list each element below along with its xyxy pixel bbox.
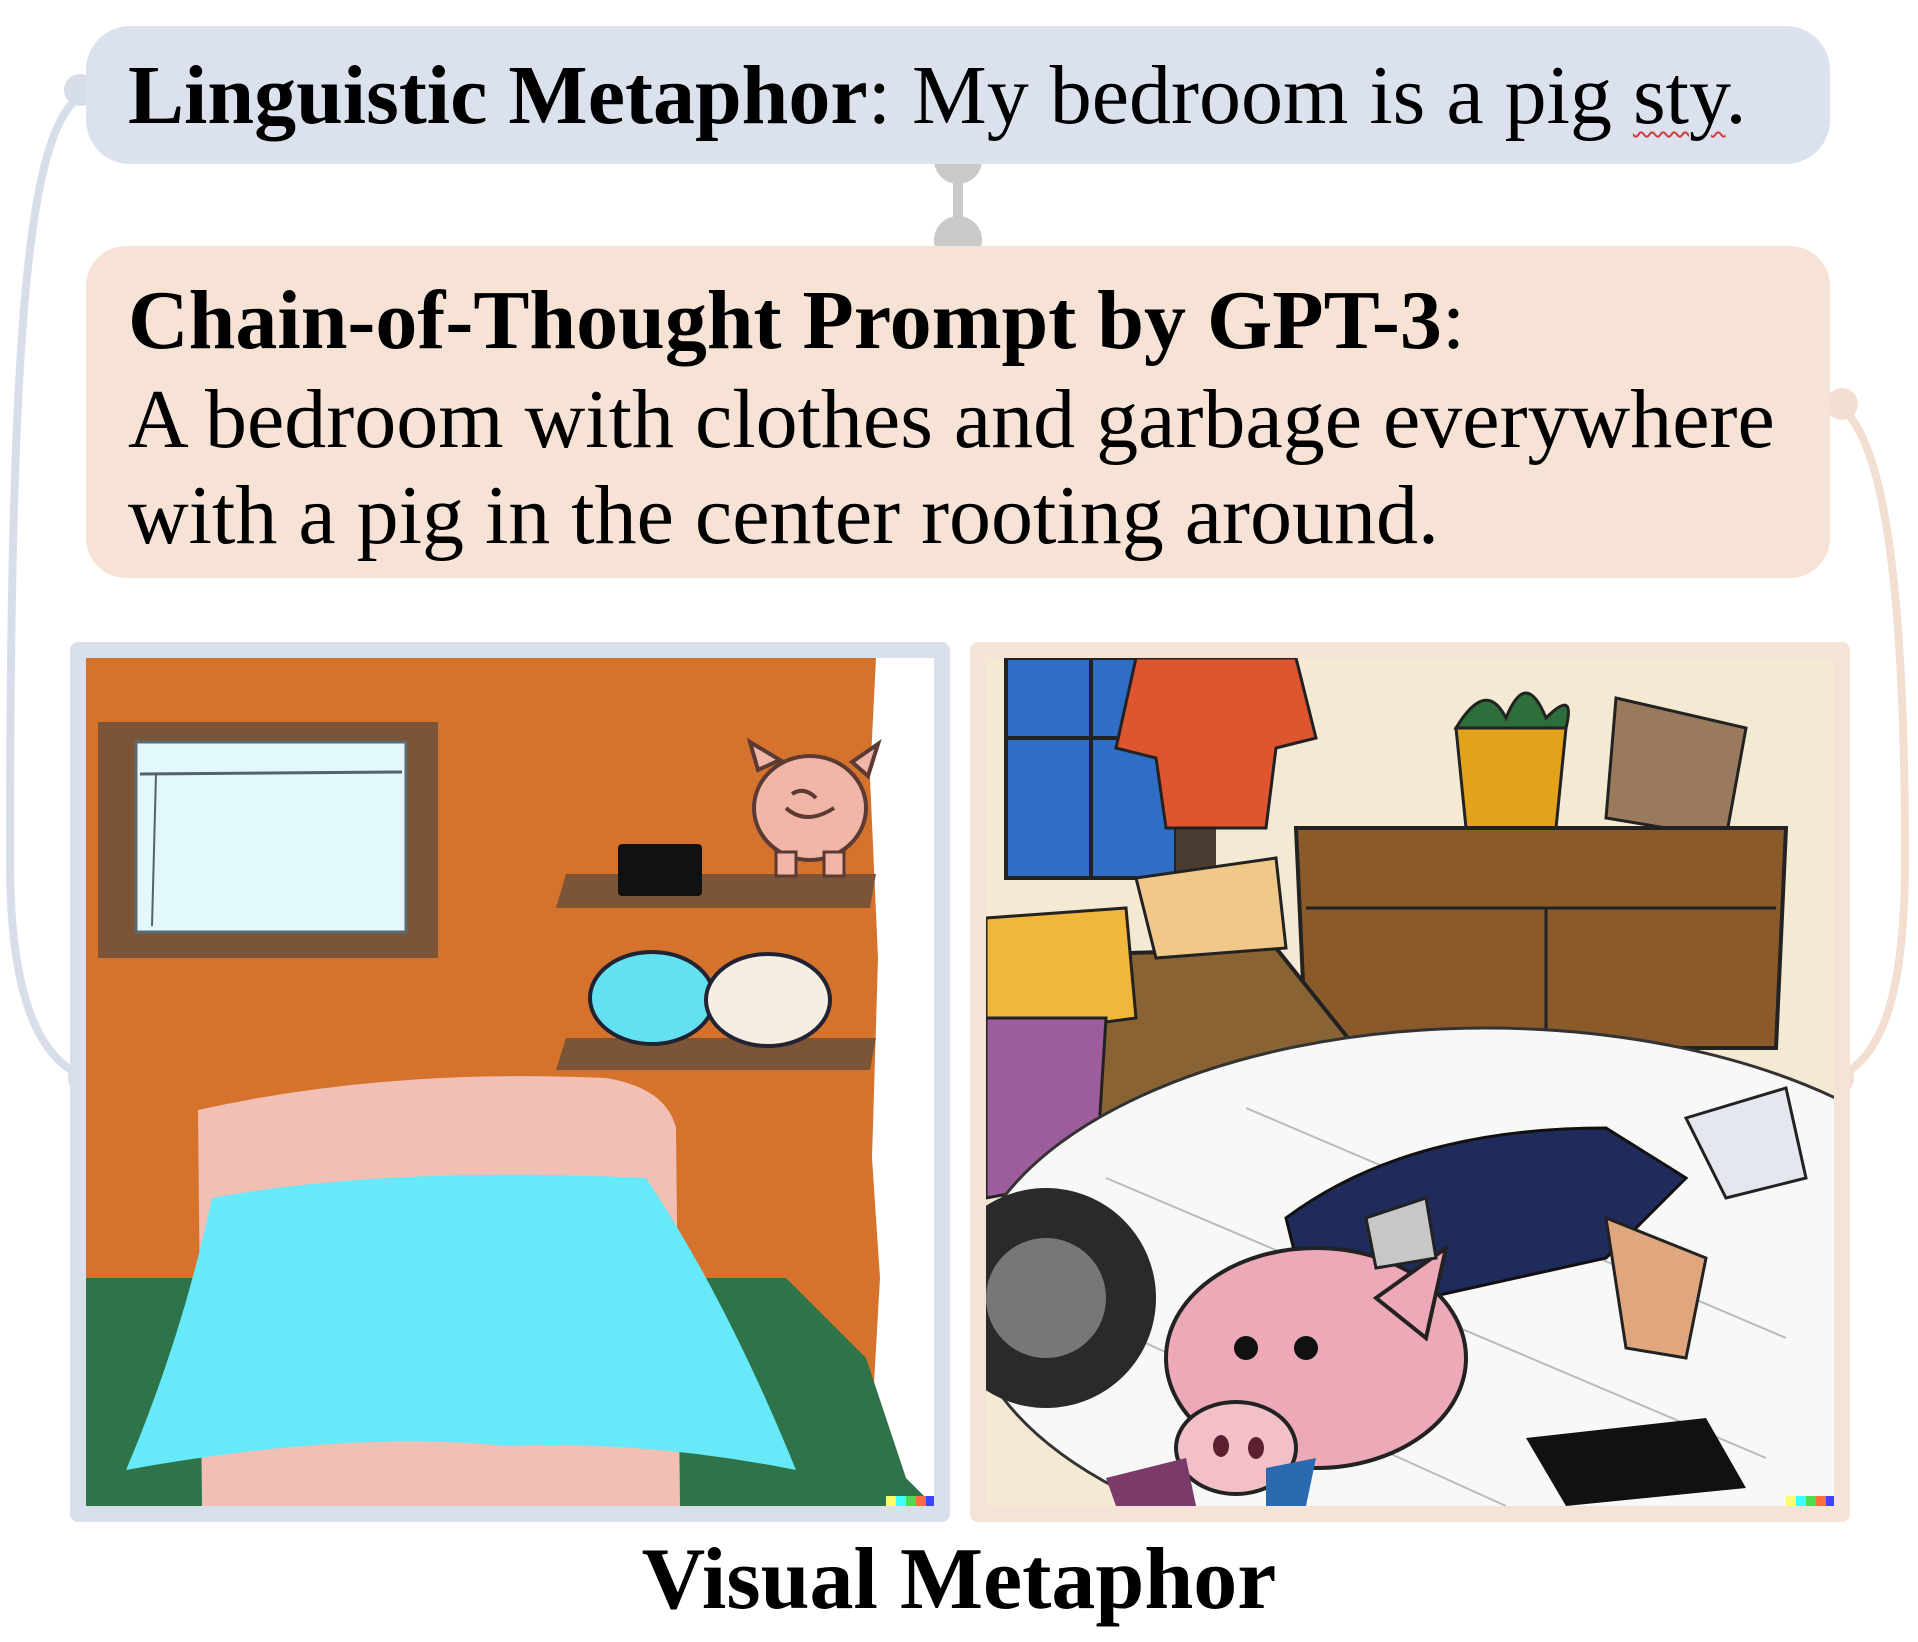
upper-shelf	[556, 874, 876, 908]
left-generated-image	[70, 642, 950, 1522]
black-box	[618, 844, 702, 896]
right-generated-image	[970, 642, 1850, 1522]
linguistic-metaphor-sentence: My bedroom is a pig	[891, 49, 1633, 142]
visual-metaphor-caption: Visual Metaphor	[641, 1531, 1277, 1628]
right-link-top-node	[1826, 388, 1858, 420]
dresser	[1293, 826, 1789, 1050]
spellcheck-flagged-word: sty	[1632, 49, 1726, 142]
prompt-line-1: A bedroom with clothes and garbage every…	[128, 373, 1775, 466]
prompt-line-2: with a pig in the center rooting around.	[128, 469, 1439, 562]
cartoon-bedroom-illustration	[86, 658, 934, 1506]
cyan-pillow	[588, 950, 716, 1046]
window-glass	[134, 740, 408, 934]
prompt-separator: :	[1441, 274, 1466, 367]
potted-plant	[1454, 726, 1568, 830]
messy-bedroom-illustration	[986, 658, 1834, 1506]
lower-shelf	[556, 1038, 876, 1070]
prompt-label: Chain-of-Thought Prompt by GPT-3	[128, 274, 1442, 367]
cream-pillow	[704, 952, 832, 1048]
linguistic-metaphor-separator: :	[867, 49, 892, 142]
linguistic-metaphor-label: Linguistic Metaphor	[128, 49, 868, 142]
linguistic-metaphor-text: Linguistic Metaphor: My bedroom is a pig…	[128, 48, 1747, 144]
linguistic-metaphor-end: .	[1725, 49, 1747, 142]
prompt-heading: Chain-of-Thought Prompt by GPT-3:	[128, 273, 1465, 369]
